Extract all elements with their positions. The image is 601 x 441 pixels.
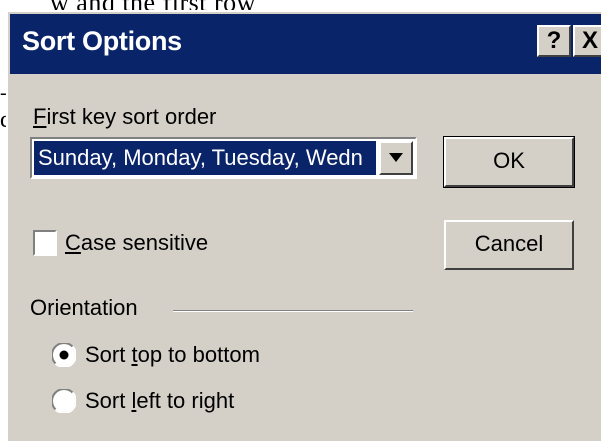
ok-button[interactable]: OK — [443, 136, 575, 188]
sort-options-dialog: Sort Options ? X First key sort order Su… — [6, 10, 601, 441]
close-button[interactable]: X — [573, 25, 601, 57]
close-icon: X — [581, 27, 598, 54]
radio-selected-icon[interactable] — [52, 343, 76, 367]
first-key-sort-order-label: First key sort order — [33, 104, 217, 129]
orientation-group-label: Orientation — [30, 295, 138, 320]
first-key-sort-order-value[interactable]: Sunday, Monday, Tuesday, Wedn — [34, 141, 376, 175]
sort-top-to-bottom-label[interactable]: Sort top to bottom — [85, 342, 260, 368]
dropdown-arrow-button[interactable] — [379, 141, 413, 175]
case-sensitive-label[interactable]: Case sensitive — [65, 230, 208, 256]
first-key-sort-order-dropdown[interactable]: Sunday, Monday, Tuesday, Wedn — [30, 137, 417, 179]
case-sensitive-checkbox[interactable] — [33, 230, 57, 256]
dialog-title: Sort Options — [22, 26, 182, 56]
sort-left-to-right-label[interactable]: Sort left to right — [85, 388, 234, 414]
help-icon: ? — [546, 27, 562, 54]
cancel-button[interactable]: Cancel — [444, 220, 574, 270]
orientation-group-divider — [173, 310, 413, 312]
radio-unselected-icon[interactable] — [52, 389, 76, 413]
title-bar[interactable]: Sort Options ? X — [10, 14, 601, 74]
help-button[interactable]: ? — [537, 25, 571, 57]
chevron-down-icon — [389, 153, 403, 162]
